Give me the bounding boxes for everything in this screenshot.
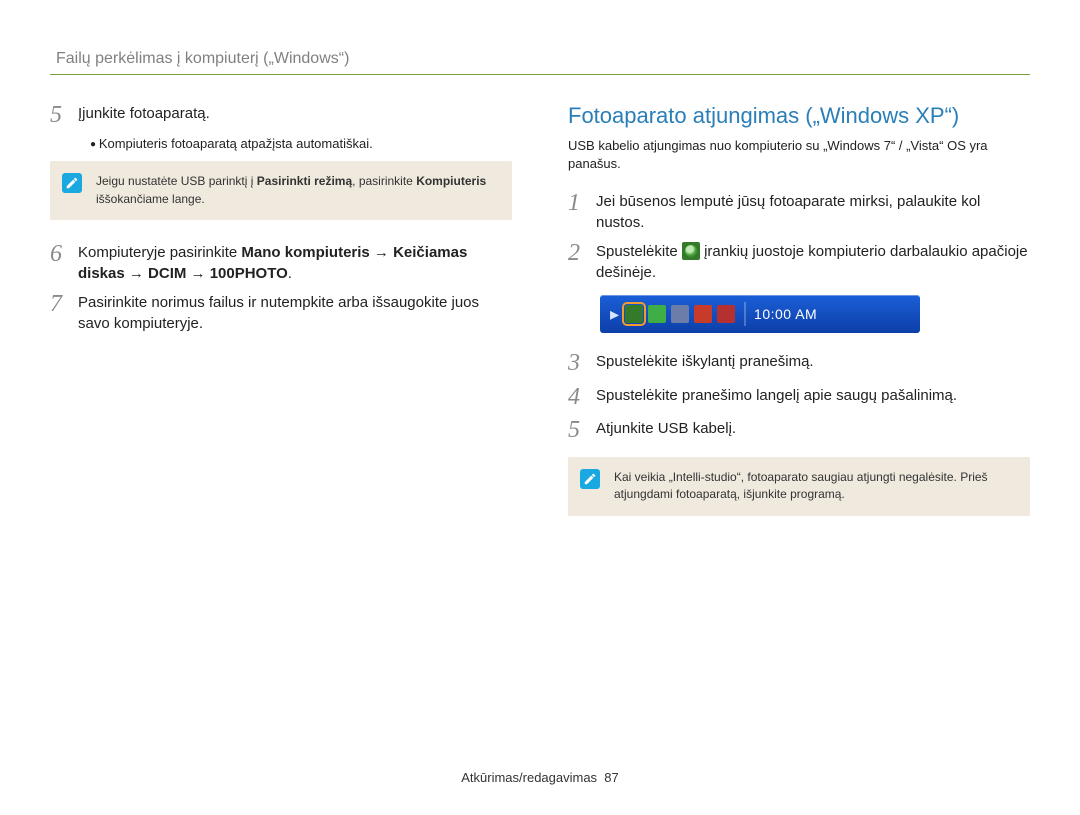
- step-row: 2 Spustelėkite įrankių juostoje kompiute…: [568, 241, 1030, 283]
- step-row: 1 Jei būsenos lemputė jūsų fotoaparate m…: [568, 191, 1030, 233]
- taskbar-icon: [717, 305, 735, 323]
- step-number: 5: [50, 103, 78, 128]
- section-title: Fotoaparato atjungimas („Windows XP“): [568, 103, 1030, 129]
- step-row: 6 Kompiuteryje pasirinkite Mano kompiute…: [50, 242, 512, 284]
- taskbar-icon: [671, 305, 689, 323]
- left-column: 5 Įjunkite fotoaparatą. Kompiuteris foto…: [50, 103, 512, 538]
- step-row: 7 Pasirinkite norimus failus ir nutempki…: [50, 292, 512, 334]
- section-subtext: USB kabelio atjungimas nuo kompiuterio s…: [568, 137, 1030, 173]
- pencil-icon: [583, 472, 597, 486]
- step-row: 5 Atjunkite USB kabelį.: [568, 418, 1030, 443]
- note2-text: Kai veikia „Intelli-studio“, fotoaparato…: [614, 470, 988, 501]
- footer-section: Atkūrimas/redagavimas: [461, 770, 597, 785]
- note-text-post: iššokančiame lange.: [96, 192, 205, 206]
- taskbar-separator: [744, 302, 746, 326]
- page: Failų perkėlimas į kompiuterį („Windows“…: [0, 0, 1080, 815]
- step-number: 1: [568, 191, 596, 216]
- pencil-icon: [65, 176, 79, 190]
- step6-pre: Kompiuteryje pasirinkite: [78, 244, 241, 261]
- step-text: Įjunkite fotoaparatą.: [78, 103, 512, 124]
- step-text: Jei būsenos lemputė jūsų fotoaparate mir…: [596, 191, 1030, 233]
- note-box: Jeigu nustatėte USB parinktį į Pasirinkt…: [50, 161, 512, 220]
- step6-post: .: [288, 265, 292, 282]
- note-text-mid: , pasirinkite: [352, 174, 416, 188]
- note-text-pre: Jeigu nustatėte USB parinktį į: [96, 174, 257, 188]
- safely-remove-icon: [682, 242, 700, 260]
- step-text: Pasirinkite norimus failus ir nutempkite…: [78, 292, 512, 334]
- step-text: Kompiuteryje pasirinkite Mano kompiuteri…: [78, 242, 512, 284]
- columns: 5 Įjunkite fotoaparatą. Kompiuteris foto…: [50, 103, 1030, 538]
- note-icon: [62, 173, 82, 193]
- step-number: 6: [50, 242, 78, 267]
- note-text-bold1: Pasirinkti režimą: [257, 174, 352, 188]
- taskbar-icon: [648, 305, 666, 323]
- step-number: 5: [568, 418, 596, 443]
- step-text: Spustelėkite pranešimo langelį apie saug…: [596, 385, 1030, 406]
- step-row: 5 Įjunkite fotoaparatą.: [50, 103, 512, 128]
- step2-pre: Spustelėkite: [596, 243, 682, 260]
- taskbar-expand-icon: ▸: [610, 304, 619, 325]
- step-text: Spustelėkite iškylantį pranešimą.: [596, 351, 1030, 372]
- step-row: 4 Spustelėkite pranešimo langelį apie sa…: [568, 385, 1030, 410]
- step-text: Atjunkite USB kabelį.: [596, 418, 1030, 439]
- taskbar-clock: 10:00 AM: [754, 306, 817, 322]
- taskbar-image: ▸ 10:00 AM: [600, 295, 920, 333]
- sub-bullet: Kompiuteris fotoaparatą atpažįsta automa…: [90, 136, 512, 151]
- right-column: Fotoaparato atjungimas („Windows XP“) US…: [568, 103, 1030, 538]
- page-footer: Atkūrimas/redagavimas 87: [0, 770, 1080, 785]
- step-row: 3 Spustelėkite iškylantį pranešimą.: [568, 351, 1030, 376]
- page-title: Failų perkėlimas į kompiuterį („Windows“…: [56, 50, 1030, 68]
- note-text-bold2: Kompiuteris: [416, 174, 486, 188]
- step-number: 4: [568, 385, 596, 410]
- note-box: Kai veikia „Intelli-studio“, fotoaparato…: [568, 457, 1030, 516]
- taskbar-safely-remove-icon: [625, 305, 643, 323]
- step-text: Spustelėkite įrankių juostoje kompiuteri…: [596, 241, 1030, 283]
- step-number: 2: [568, 241, 596, 266]
- header-rule: [50, 74, 1030, 75]
- note-icon: [580, 469, 600, 489]
- taskbar-icon: [694, 305, 712, 323]
- footer-page: 87: [604, 770, 618, 785]
- step-number: 7: [50, 292, 78, 317]
- step-number: 3: [568, 351, 596, 376]
